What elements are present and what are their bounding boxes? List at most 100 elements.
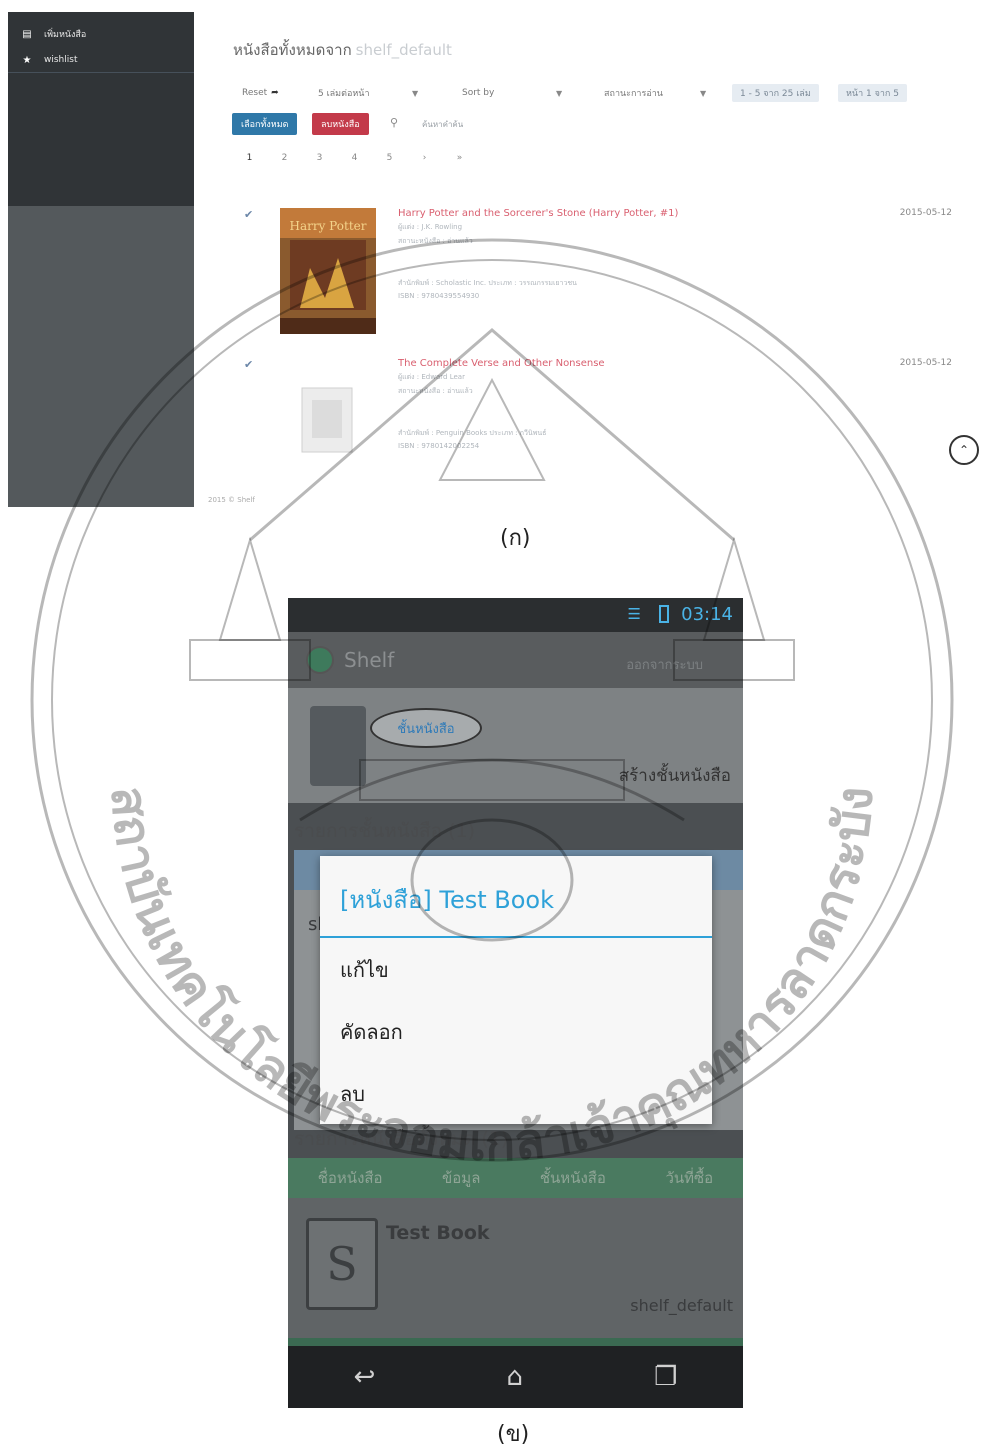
app-title: Shelf xyxy=(344,648,395,672)
page-link[interactable]: 5 xyxy=(372,148,407,168)
range-badge: 1 - 5 จาก 25 เล่ม xyxy=(732,84,819,102)
copy-menu-item[interactable]: คัดลอก xyxy=(340,1016,403,1048)
chevron-down-icon: ▼ xyxy=(700,88,707,98)
last-page-link[interactable]: » xyxy=(442,148,477,168)
check-icon[interactable]: ✔ xyxy=(244,208,253,221)
book-date: 2015-05-12 xyxy=(899,208,952,218)
sort-label: Sort by xyxy=(462,88,495,98)
next-page-link[interactable]: › xyxy=(407,148,442,168)
column-header[interactable]: ชั้นหนังสือ xyxy=(540,1166,606,1190)
divider xyxy=(288,1338,743,1346)
per-page-select[interactable]: 5 เล่มต่อหน้า ▼ xyxy=(318,84,428,102)
delete-menu-item[interactable]: ลบ xyxy=(340,1078,365,1110)
status-bar: ☰ 03:14 xyxy=(288,598,743,632)
sidebar: ▤ เพิ่มหนังสือ ★ wishlist xyxy=(8,12,194,507)
book-cover-placeholder xyxy=(301,387,353,453)
footer-text: 2015 © Shelf xyxy=(208,496,255,504)
book-publisher: สำนักพิมพ์ : Penguin Books ประเภท : กวีน… xyxy=(398,429,547,437)
context-menu-dialog: [หนังสือ] Test Book แก้ไข คัดลอก ลบ xyxy=(320,856,712,1124)
main-content: หนังสือทั้งหมดจาก shelf_default Reset ➦ 5… xyxy=(230,12,980,507)
book-title-link[interactable]: Harry Potter and the Sorcerer's Stone (H… xyxy=(398,208,678,219)
sidebar-menu: ▤ เพิ่มหนังสือ ★ wishlist xyxy=(8,12,194,206)
column-header[interactable]: วันที่ซื้อ xyxy=(665,1166,713,1190)
reading-status-label: สถานะการอ่าน xyxy=(604,89,663,99)
chevron-down-icon: ▼ xyxy=(556,88,563,98)
star-icon: ★ xyxy=(22,54,32,66)
profile-header: ชั้นหนังสือ สร้างชั้นหนังสือ xyxy=(288,688,743,803)
figure-b-phone-screenshot: ☰ 03:14 Shelf ออกจากระบบ ชั้นหนังสือ สร้… xyxy=(288,598,743,1408)
page-link[interactable]: 4 xyxy=(337,148,372,168)
chevron-up-icon: ⌃ xyxy=(958,443,970,457)
logout-menu-item[interactable]: ออกจากระบบ xyxy=(626,654,703,675)
per-page-label: 5 เล่มต่อหน้า xyxy=(318,89,370,99)
create-shelf-button[interactable]: สร้างชั้นหนังสือ xyxy=(619,762,731,789)
range-text: 1 - 5 จาก 25 เล่ม xyxy=(740,89,811,99)
action-bar: Shelf ออกจากระบบ xyxy=(288,632,743,688)
book-date: 2015-05-12 xyxy=(899,358,952,368)
figure-caption-a: (ก) xyxy=(500,526,531,551)
book-icon: ▤ xyxy=(22,28,32,40)
reset-label: Reset xyxy=(242,88,268,98)
search-icon: ⚲ xyxy=(390,116,399,129)
book-publisher: สำนักพิมพ์ : Scholastic Inc. ประเภท : วร… xyxy=(398,279,577,287)
app-logo-icon xyxy=(306,646,334,674)
check-icon[interactable]: ✔ xyxy=(244,358,253,371)
speech-bubble: ชั้นหนังสือ xyxy=(370,708,482,748)
dialog-divider xyxy=(320,936,712,938)
book-list-item: ✔ Harry Potter Harry Potter and the Sorc… xyxy=(230,208,980,348)
sort-select[interactable]: Sort by ▼ xyxy=(462,84,574,102)
sidebar-item-add-book[interactable]: ▤ เพิ่มหนังสือ xyxy=(22,24,86,44)
book-author: ผู้แต่ง : J.K. Rowling xyxy=(398,223,463,231)
figure-a-web-screenshot: ▤ เพิ่มหนังสือ ★ wishlist หนังสือทั้งหมด… xyxy=(8,12,983,512)
book-cover-harry-potter: Harry Potter xyxy=(280,208,376,334)
svg-text:Harry Potter: Harry Potter xyxy=(290,219,367,233)
recent-apps-icon[interactable]: ❐ xyxy=(654,1362,677,1392)
book-isbn: ISBN : 9780142002254 xyxy=(398,442,480,450)
page-title: หนังสือทั้งหมดจาก shelf_default xyxy=(233,38,452,62)
page-info-text: หน้า 1 จาก 5 xyxy=(846,89,899,99)
status-time: 03:14 xyxy=(681,604,733,625)
avatar xyxy=(310,706,366,786)
scroll-to-top-button[interactable]: ⌃ xyxy=(949,435,979,465)
page-info-badge: หน้า 1 จาก 5 xyxy=(838,84,907,102)
book-title-link[interactable]: The Complete Verse and Other Nonsense xyxy=(398,358,605,369)
book-shelf: shelf_default xyxy=(630,1296,733,1315)
all-books-heading: รายการหนังสือทั้งหมด (1) xyxy=(294,1128,509,1150)
sidebar-divider xyxy=(8,72,194,73)
book-name: Test Book xyxy=(386,1222,490,1244)
battery-icon xyxy=(659,605,669,623)
pagination: 1 2 3 4 5 › » xyxy=(232,148,477,168)
dialog-title: [หนังสือ] Test Book xyxy=(340,886,554,914)
book-author: ผู้แต่ง : Edward Lear xyxy=(398,373,465,381)
edit-menu-item[interactable]: แก้ไข xyxy=(340,954,389,986)
home-icon[interactable]: ⌂ xyxy=(506,1362,523,1392)
book-table-header: ชื่อหนังสือ ข้อมูล ชั้นหนังสือ วันที่ซื้… xyxy=(288,1158,743,1198)
reading-status-select[interactable]: สถานะการอ่าน ▼ xyxy=(604,84,714,102)
sidebar-item-wishlist[interactable]: ★ wishlist xyxy=(22,50,78,70)
delete-books-button[interactable]: ลบหนังสือ xyxy=(312,113,369,135)
column-header[interactable]: ชื่อหนังสือ xyxy=(318,1166,383,1190)
select-all-button[interactable]: เลือกทั้งหมด xyxy=(232,113,298,135)
book-isbn: ISBN : 9780439554930 xyxy=(398,292,480,300)
sidebar-item-label: wishlist xyxy=(44,55,78,65)
page-link[interactable]: 1 xyxy=(232,148,267,168)
wifi-icon: ☰ xyxy=(627,605,641,623)
page-title-shelf: shelf_default xyxy=(355,41,452,59)
book-status: สถานะหนังสือ : อ่านแล้ว xyxy=(398,387,473,395)
page-link[interactable]: 2 xyxy=(267,148,302,168)
book-status: สถานะหนังสือ : อ่านแล้ว xyxy=(398,237,473,245)
figure-caption-b: (ข) xyxy=(497,1422,530,1447)
reset-arrow-icon: ➦ xyxy=(271,88,279,98)
book-cover: S xyxy=(306,1218,378,1310)
column-header[interactable]: ข้อมูล xyxy=(442,1166,480,1190)
navigation-bar: ↩ ⌂ ❐ xyxy=(288,1346,743,1408)
search-input[interactable]: ค้นหาคำค้น xyxy=(422,118,463,131)
book-list-item[interactable]: S Test Book shelf_default xyxy=(288,1198,743,1338)
book-list-item: ✔ The Complete Verse and Other Nonsense … xyxy=(230,358,980,498)
sidebar-item-label: เพิ่มหนังสือ xyxy=(44,30,87,40)
reset-button[interactable]: Reset ➦ xyxy=(242,84,279,102)
chevron-down-icon: ▼ xyxy=(412,88,419,98)
page-link[interactable]: 3 xyxy=(302,148,337,168)
back-icon[interactable]: ↩ xyxy=(354,1362,376,1392)
shelf-list-heading: รายการชั้นหนังสือ (1) xyxy=(294,820,476,842)
